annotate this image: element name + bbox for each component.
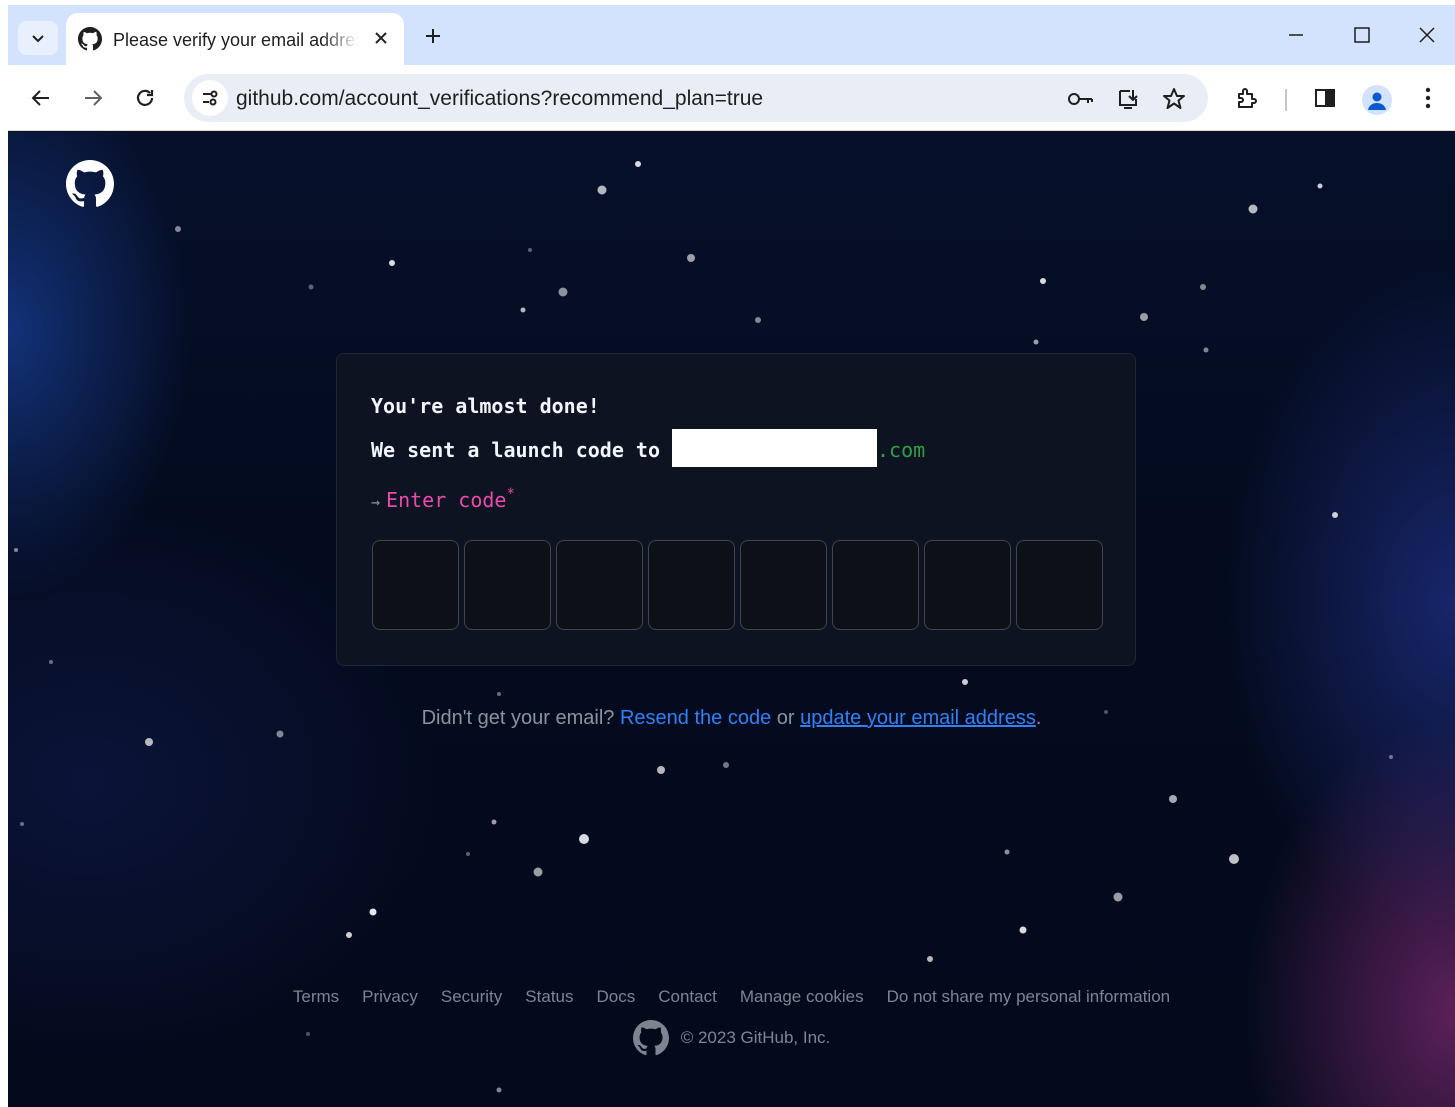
forward-icon[interactable] (75, 80, 111, 116)
footer-links: Terms Privacy Security Status Docs Conta… (8, 987, 1455, 1007)
menu-icon[interactable] (1412, 82, 1444, 114)
heading: You're almost done! (371, 394, 600, 418)
github-icon (78, 27, 102, 51)
code-digit-input[interactable] (464, 540, 551, 630)
footer-link-privacy[interactable]: Privacy (362, 987, 418, 1007)
reload-icon[interactable] (127, 80, 163, 116)
code-input-row (372, 540, 1103, 630)
page-content: You're almost done! We sent a launch cod… (8, 132, 1455, 1107)
update-email-link[interactable]: update your email address (800, 707, 1036, 729)
footer-link-security[interactable]: Security (441, 987, 502, 1007)
profile-icon[interactable] (1362, 85, 1392, 115)
footer-link-docs[interactable]: Docs (597, 987, 636, 1007)
code-digit-input[interactable] (372, 540, 459, 630)
window-close-icon[interactable] (1407, 17, 1447, 53)
footer-link-do-not-share[interactable]: Do not share my personal information (887, 987, 1170, 1007)
resend-suffix: . (1035, 707, 1042, 729)
footer-link-manage-cookies[interactable]: Manage cookies (740, 987, 864, 1007)
github-footer-icon[interactable] (632, 1020, 669, 1056)
minimize-icon[interactable] (1276, 17, 1316, 53)
address-bar[interactable]: github.com/account_verifications?recomme… (184, 74, 1208, 122)
toolbar-divider (1285, 89, 1287, 111)
site-info-icon[interactable] (192, 80, 228, 116)
enter-code-label: → Enter code* (371, 486, 515, 512)
maximize-icon[interactable] (1342, 17, 1382, 53)
arrow-right-icon: → (371, 493, 381, 511)
browser-window: Please verify your email address github.… (8, 5, 1455, 1107)
url-text: github.com/account_verifications?recomme… (236, 87, 764, 110)
footer-copyright: © 2023 GitHub, Inc. (8, 1020, 1455, 1056)
close-icon[interactable] (368, 25, 394, 51)
resend-code-link[interactable]: Resend the code (620, 707, 771, 729)
redacted-email (671, 429, 877, 467)
copyright-text: © 2023 GitHub, Inc. (680, 1028, 831, 1047)
resend-message: Didn't get your email? Resend the code o… (8, 707, 1455, 730)
github-logo-icon[interactable] (66, 160, 114, 208)
footer-link-status[interactable]: Status (525, 987, 573, 1007)
install-app-icon[interactable] (1113, 84, 1143, 114)
footer-link-terms[interactable]: Terms (293, 987, 339, 1007)
footer-link-contact[interactable]: Contact (658, 987, 717, 1007)
tab-search-icon[interactable] (18, 21, 58, 55)
tab-active[interactable]: Please verify your email address (66, 13, 404, 65)
code-digit-input[interactable] (648, 540, 735, 630)
resend-or: or (776, 707, 795, 729)
tab-title: Please verify your email address (113, 30, 358, 50)
side-panel-icon[interactable] (1309, 82, 1341, 114)
verification-card: You're almost done! We sent a launch cod… (336, 353, 1136, 666)
required-marker: * (506, 486, 515, 502)
bookmark-star-icon[interactable] (1159, 84, 1189, 114)
code-digit-input[interactable] (832, 540, 919, 630)
code-digit-input[interactable] (1016, 540, 1103, 630)
password-key-icon[interactable] (1066, 84, 1096, 114)
back-icon[interactable] (23, 80, 59, 116)
code-digit-input[interactable] (556, 540, 643, 630)
sent-message: We sent a launch code to .com (371, 429, 925, 467)
extensions-icon[interactable] (1231, 82, 1263, 114)
sent-text: We sent a launch code to (371, 438, 660, 462)
plus-icon[interactable] (418, 21, 448, 51)
enter-code-text: Enter code (386, 488, 507, 512)
code-digit-input[interactable] (740, 540, 827, 630)
resend-prefix: Didn't get your email? (421, 707, 615, 729)
browser-toolbar: github.com/account_verifications?recomme… (8, 65, 1455, 131)
email-suffix: .com (876, 438, 926, 462)
code-digit-input[interactable] (924, 540, 1011, 630)
tab-bar: Please verify your email address (8, 5, 1455, 65)
